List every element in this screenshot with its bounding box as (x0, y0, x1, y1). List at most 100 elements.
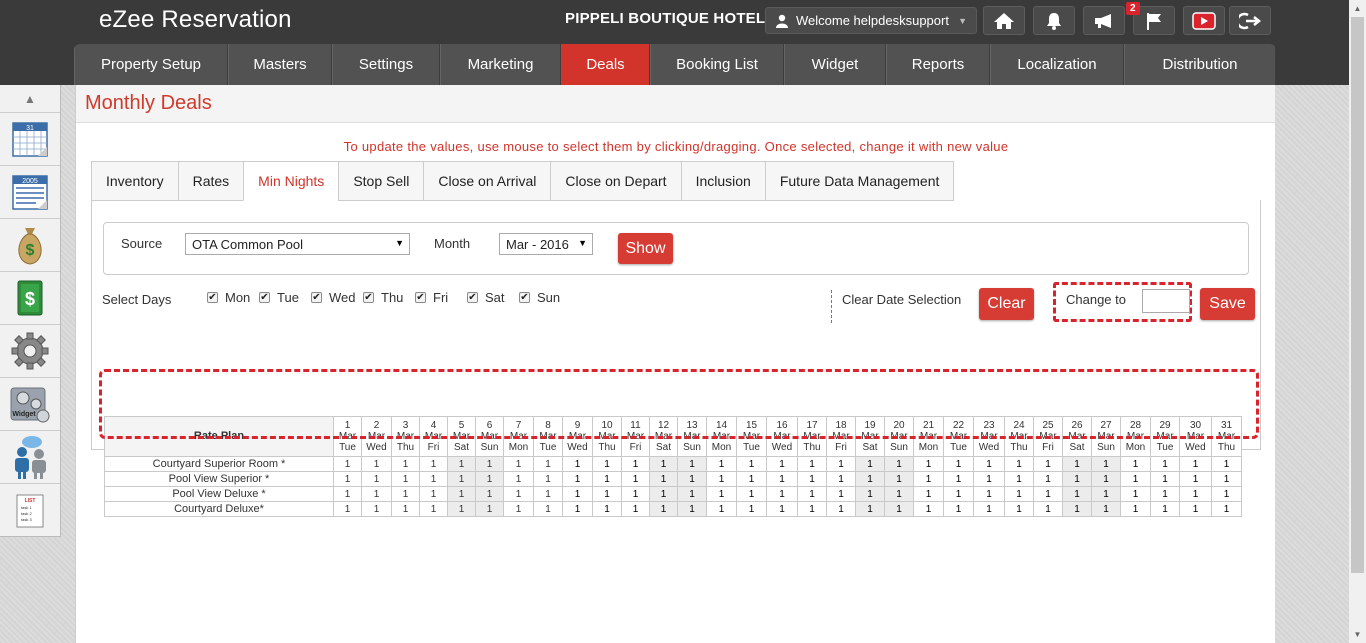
min-nights-cell[interactable]: 1 (361, 471, 392, 487)
min-nights-cell[interactable]: 1 (1211, 471, 1242, 487)
min-nights-cell[interactable]: 1 (1062, 456, 1092, 472)
min-nights-cell[interactable]: 1 (592, 501, 622, 517)
tab-min-nights[interactable]: Min Nights (243, 161, 339, 201)
min-nights-cell[interactable]: 1 (592, 471, 622, 487)
date-header[interactable]: 27 Mar Sun (1091, 416, 1121, 457)
min-nights-cell[interactable]: 1 (533, 471, 563, 487)
min-nights-cell[interactable]: 1 (973, 501, 1005, 517)
min-nights-cell[interactable]: 1 (361, 501, 392, 517)
nav-marketing[interactable]: Marketing (440, 44, 561, 85)
date-header[interactable]: 28 Mar Mon (1120, 416, 1151, 457)
min-nights-cell[interactable]: 1 (649, 471, 678, 487)
min-nights-cell[interactable]: 1 (562, 501, 593, 517)
min-nights-cell[interactable]: 1 (766, 501, 798, 517)
min-nights-cell[interactable]: 1 (1211, 501, 1242, 517)
sidebar-item-widget[interactable]: Widget (0, 378, 60, 431)
min-nights-cell[interactable]: 1 (391, 501, 420, 517)
min-nights-cell[interactable]: 1 (913, 456, 944, 472)
min-nights-cell[interactable]: 1 (1179, 501, 1212, 517)
min-nights-cell[interactable]: 1 (1120, 501, 1151, 517)
min-nights-cell[interactable]: 1 (333, 471, 362, 487)
min-nights-cell[interactable]: 1 (1062, 471, 1092, 487)
sidebar-item-users[interactable] (0, 431, 60, 484)
min-nights-cell[interactable]: 1 (855, 501, 885, 517)
day-checkbox-mon[interactable]: ✔ Mon (207, 290, 250, 305)
min-nights-cell[interactable]: 1 (943, 501, 974, 517)
sidebar-item-settings[interactable] (0, 325, 60, 378)
min-nights-cell[interactable]: 1 (447, 456, 476, 472)
date-header[interactable]: 22 Mar Tue (943, 416, 974, 457)
min-nights-cell[interactable]: 1 (361, 456, 392, 472)
youtube-button[interactable] (1183, 6, 1225, 35)
save-button[interactable]: Save (1200, 288, 1255, 320)
sidebar-item-money[interactable]: $ (0, 219, 60, 272)
checkbox[interactable]: ✔ (415, 292, 426, 303)
min-nights-cell[interactable]: 1 (503, 501, 534, 517)
min-nights-cell[interactable]: 1 (913, 486, 944, 502)
min-nights-cell[interactable]: 1 (649, 486, 678, 502)
min-nights-cell[interactable]: 1 (736, 486, 767, 502)
user-menu-dropdown[interactable]: Welcome helpdesksupport ▼ (765, 7, 977, 34)
logout-button[interactable] (1229, 6, 1271, 35)
min-nights-cell[interactable]: 1 (1091, 471, 1121, 487)
scroll-down-arrow-icon[interactable]: ▼ (1349, 626, 1366, 643)
source-select[interactable]: OTA Common Pool ▼ (185, 233, 410, 255)
tab-stop-sell[interactable]: Stop Sell (338, 161, 424, 201)
min-nights-cell[interactable]: 1 (943, 456, 974, 472)
date-header[interactable]: 2 Mar Wed (361, 416, 392, 457)
min-nights-cell[interactable]: 1 (855, 486, 885, 502)
min-nights-cell[interactable]: 1 (1211, 456, 1242, 472)
date-header[interactable]: 25 Mar Fri (1033, 416, 1063, 457)
date-header[interactable]: 19 Mar Sat (855, 416, 885, 457)
min-nights-cell[interactable]: 1 (419, 501, 448, 517)
min-nights-cell[interactable]: 1 (943, 486, 974, 502)
checkbox[interactable]: ✔ (519, 292, 530, 303)
date-header[interactable]: 16 Mar Wed (766, 416, 798, 457)
min-nights-cell[interactable]: 1 (1211, 486, 1242, 502)
min-nights-cell[interactable]: 1 (677, 501, 707, 517)
tab-rates[interactable]: Rates (177, 161, 244, 201)
nav-distribution[interactable]: Distribution (1124, 44, 1276, 85)
min-nights-cell[interactable]: 1 (706, 486, 737, 502)
checkbox[interactable]: ✔ (207, 292, 218, 303)
notifications-button[interactable] (1033, 6, 1075, 35)
min-nights-cell[interactable]: 1 (419, 486, 448, 502)
nav-settings[interactable]: Settings (332, 44, 440, 85)
clear-button[interactable]: Clear (979, 288, 1034, 320)
min-nights-cell[interactable]: 1 (677, 471, 707, 487)
min-nights-cell[interactable]: 1 (826, 456, 856, 472)
min-nights-cell[interactable]: 1 (1150, 486, 1180, 502)
min-nights-cell[interactable]: 1 (621, 501, 650, 517)
min-nights-cell[interactable]: 1 (475, 486, 504, 502)
min-nights-cell[interactable]: 1 (826, 486, 856, 502)
min-nights-cell[interactable]: 1 (973, 486, 1005, 502)
min-nights-cell[interactable]: 1 (1120, 456, 1151, 472)
min-nights-cell[interactable]: 1 (592, 456, 622, 472)
min-nights-cell[interactable]: 1 (884, 486, 914, 502)
day-checkbox-thu[interactable]: ✔ Thu (363, 290, 403, 305)
min-nights-cell[interactable]: 1 (503, 456, 534, 472)
announcements-button[interactable] (1083, 6, 1125, 35)
min-nights-cell[interactable]: 1 (1150, 471, 1180, 487)
min-nights-cell[interactable]: 1 (1062, 501, 1092, 517)
nav-reports[interactable]: Reports (886, 44, 990, 85)
nav-property-setup[interactable]: Property Setup (74, 44, 228, 85)
sidebar-item-calendar[interactable]: 31 (0, 113, 60, 166)
min-nights-cell[interactable]: 1 (1091, 486, 1121, 502)
date-header[interactable]: 5 Mar Sat (447, 416, 476, 457)
tab-inclusion[interactable]: Inclusion (680, 161, 765, 201)
min-nights-cell[interactable]: 1 (1179, 486, 1212, 502)
min-nights-cell[interactable]: 1 (621, 486, 650, 502)
date-header[interactable]: 9 Mar Wed (562, 416, 593, 457)
nav-masters[interactable]: Masters (228, 44, 332, 85)
min-nights-cell[interactable]: 1 (562, 471, 593, 487)
date-header[interactable]: 17 Mar Thu (797, 416, 827, 457)
min-nights-cell[interactable]: 1 (391, 486, 420, 502)
min-nights-cell[interactable]: 1 (766, 486, 798, 502)
min-nights-cell[interactable]: 1 (973, 471, 1005, 487)
min-nights-cell[interactable]: 1 (419, 471, 448, 487)
home-button[interactable] (983, 6, 1025, 35)
date-header[interactable]: 15 Mar Tue (736, 416, 767, 457)
date-header[interactable]: 11 Mar Fri (621, 416, 650, 457)
date-header[interactable]: 23 Mar Wed (973, 416, 1005, 457)
